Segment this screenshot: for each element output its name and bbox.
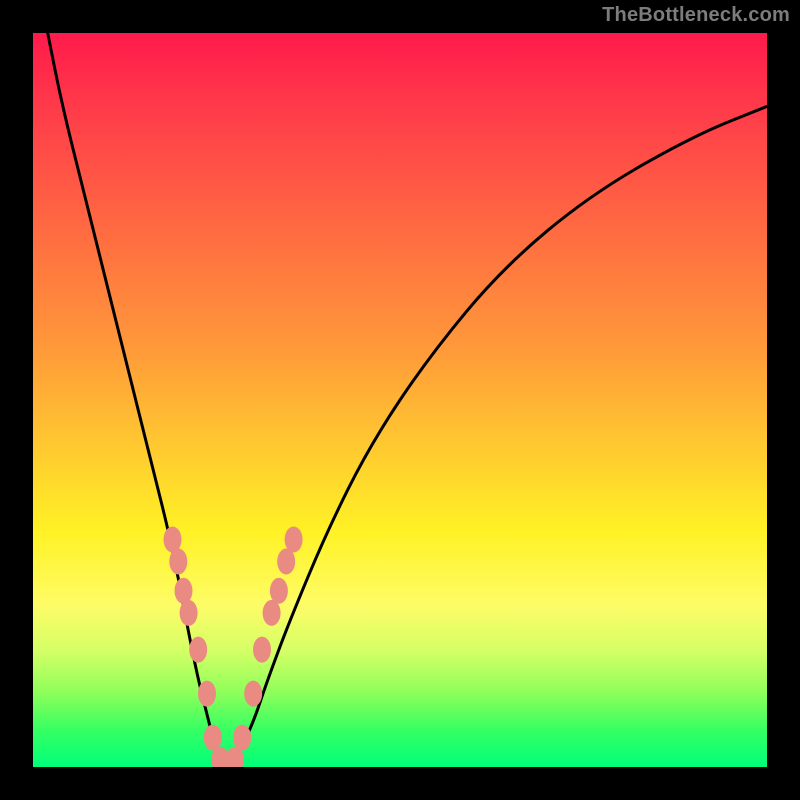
marker-dot (233, 725, 251, 751)
marker-dot (285, 527, 303, 553)
marker-dot (204, 725, 222, 751)
marker-dot (253, 637, 271, 663)
marker-dot (180, 600, 198, 626)
marker-dot (189, 637, 207, 663)
marker-dot (270, 578, 288, 604)
chart-overlay-svg (33, 33, 767, 767)
chart-stage: TheBottleneck.com (0, 0, 800, 800)
bottleneck-curve (48, 33, 767, 763)
marker-dots-group (164, 527, 303, 768)
watermark-label: TheBottleneck.com (602, 4, 790, 27)
marker-dot (198, 681, 216, 707)
marker-dot (175, 578, 193, 604)
marker-dot (263, 600, 281, 626)
marker-dot (244, 681, 262, 707)
marker-dot (169, 549, 187, 575)
